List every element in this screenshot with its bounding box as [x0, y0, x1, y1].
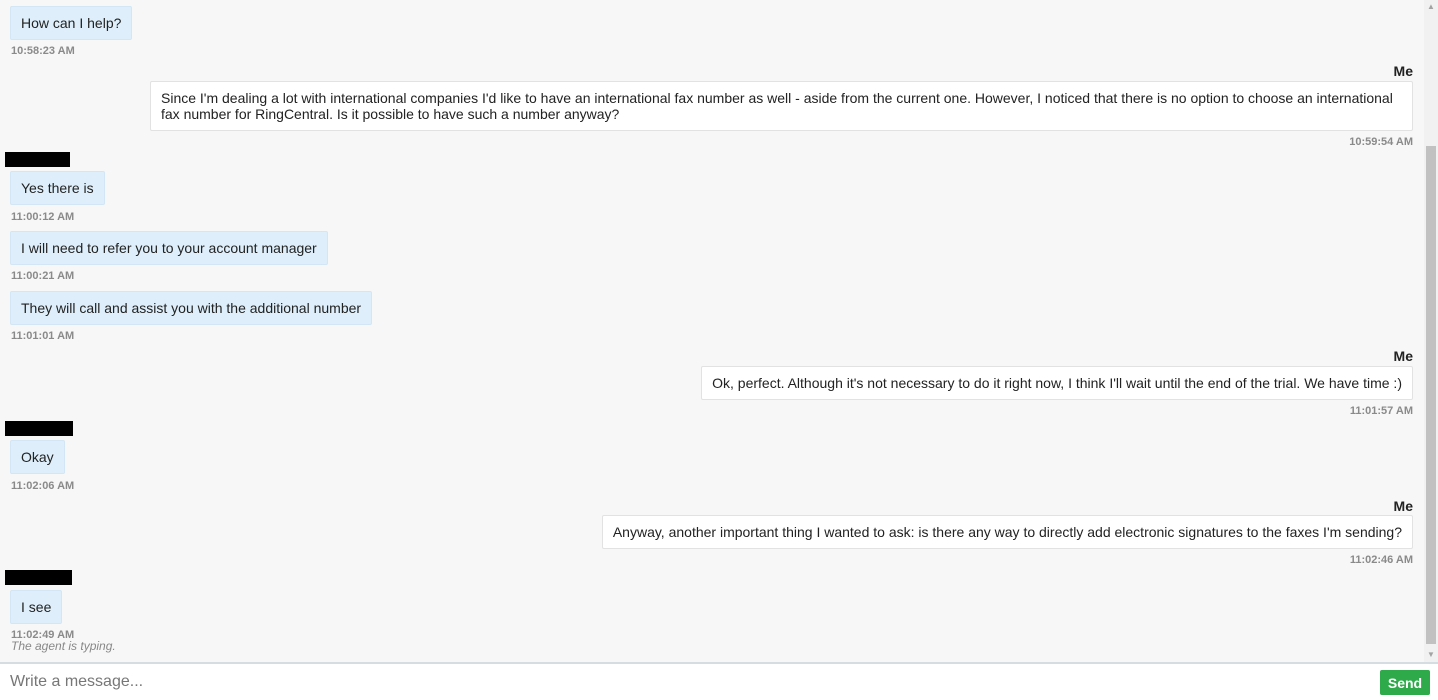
message-timestamp: 10:59:54 AM [1349, 136, 1413, 148]
sender-label-me: Me [1393, 63, 1413, 79]
sender-label-me: Me [1393, 498, 1413, 514]
send-button[interactable]: Send [1380, 670, 1430, 695]
message-timestamp: 10:58:23 AM [11, 45, 75, 57]
chat-log: How can I help? 10:58:23 AM Me Since I'm… [0, 0, 1424, 662]
message-timestamp: 11:02:46 AM [1349, 554, 1413, 566]
agent-message: I see [10, 590, 63, 624]
message-timestamp: 11:00:12 AM [11, 211, 75, 223]
user-message: Anyway, another important thing I wanted… [601, 515, 1413, 549]
agent-message: I will need to refer you to your account… [10, 231, 328, 265]
sender-label-me: Me [1393, 348, 1413, 364]
user-message: Since I'm dealing a lot with internation… [150, 81, 1413, 131]
message-timestamp: 11:02:06 AM [11, 480, 75, 492]
agent-message: Okay [10, 440, 65, 474]
message-timestamp: 11:00:21 AM [11, 270, 75, 282]
message-timestamp: 11:01:57 AM [1349, 405, 1413, 417]
redacted-agent-name [5, 152, 70, 167]
typing-indicator: The agent is typing. [11, 639, 116, 653]
scroll-thumb[interactable] [1426, 146, 1436, 644]
scroll-up-icon[interactable]: ▲ [1424, 0, 1438, 14]
agent-message: They will call and assist you with the a… [10, 291, 373, 325]
agent-message: Yes there is [10, 171, 105, 205]
scroll-down-icon[interactable]: ▼ [1424, 648, 1438, 662]
chat-scrollbar[interactable]: ▲ ▼ [1424, 0, 1438, 662]
message-input[interactable] [0, 664, 1370, 700]
user-message: Ok, perfect. Although it's not necessary… [701, 366, 1413, 400]
redacted-agent-name [5, 570, 72, 585]
agent-message: How can I help? [10, 6, 133, 40]
redacted-agent-name [5, 421, 73, 436]
message-timestamp: 11:01:01 AM [11, 330, 75, 342]
message-composer: Send [0, 662, 1438, 700]
